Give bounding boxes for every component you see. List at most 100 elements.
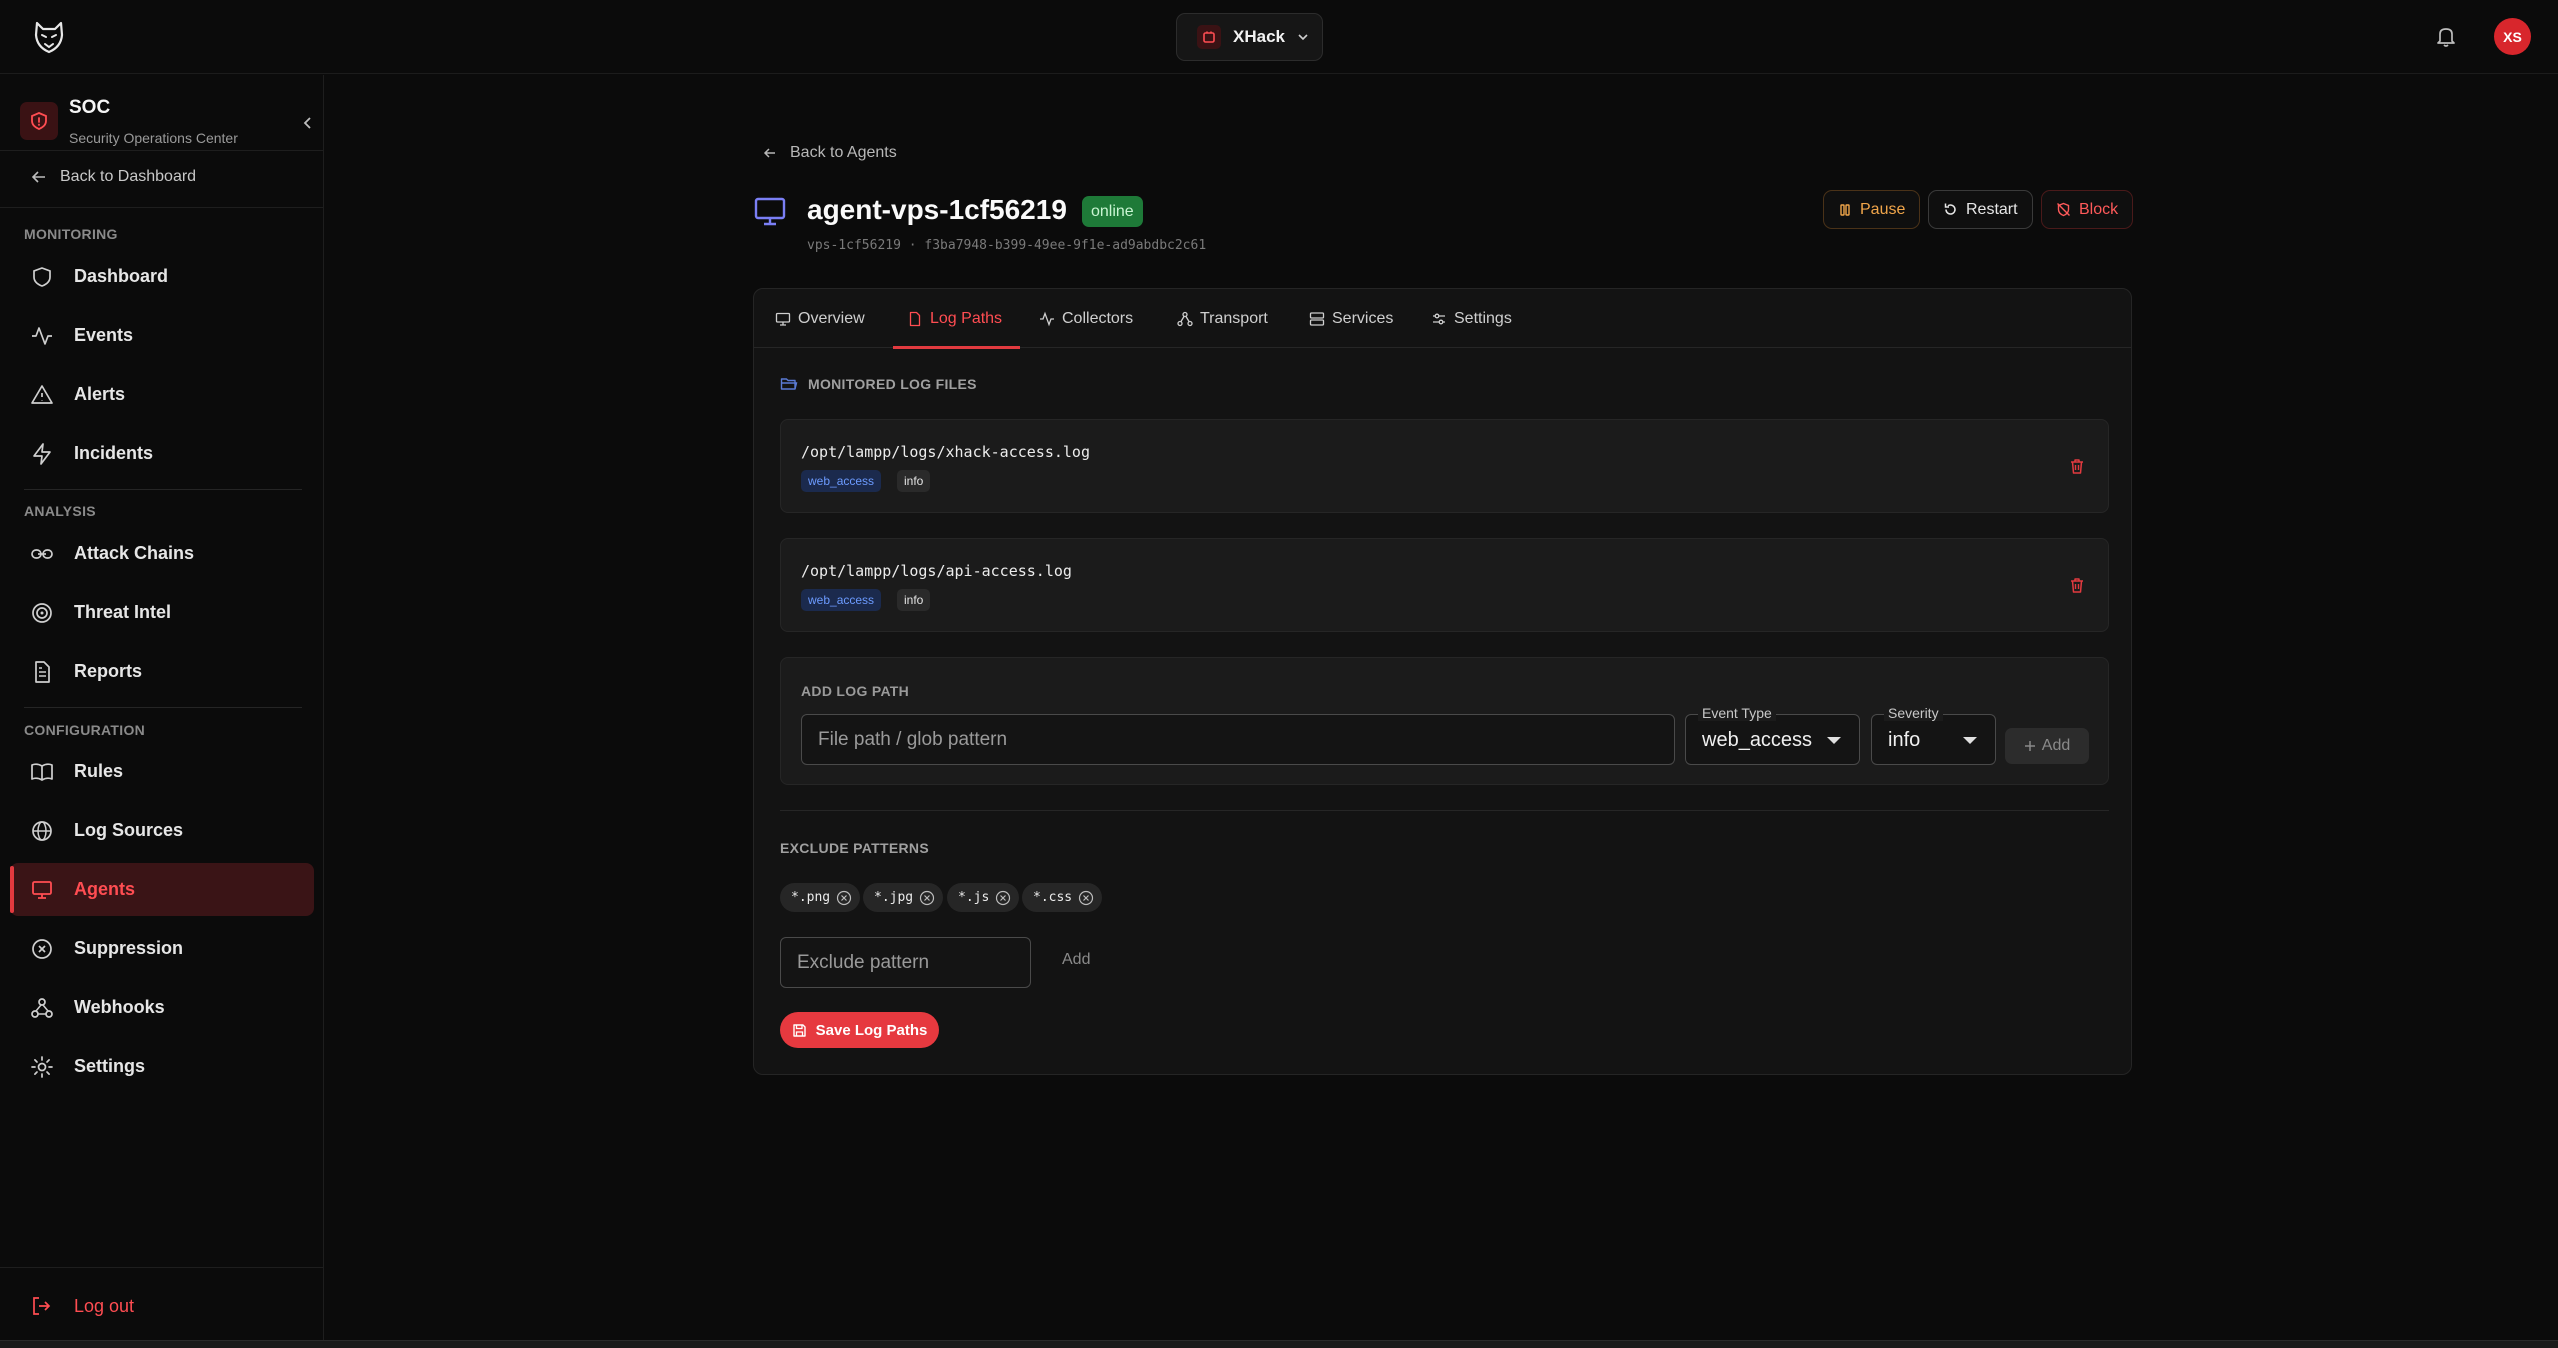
sidebar-item-log-sources[interactable]: Log Sources — [10, 804, 314, 857]
folder-open-icon — [780, 376, 798, 392]
severity-select[interactable]: Severity info — [1871, 705, 1996, 765]
logout-button[interactable]: Log out — [30, 1295, 134, 1317]
org-switcher[interactable]: XHack — [1176, 13, 1323, 61]
tab-services[interactable]: Services — [1309, 289, 1393, 348]
arrow-left-icon — [762, 145, 778, 161]
sidebar-item-events[interactable]: Events — [10, 309, 314, 362]
collapse-sidebar-button[interactable] — [296, 111, 320, 135]
tab-overview[interactable]: Overview — [775, 289, 865, 348]
section-label-monitoring: MONITORING — [24, 226, 118, 242]
tab-label: Overview — [798, 309, 865, 327]
tab-collectors[interactable]: Collectors — [1039, 289, 1133, 348]
soc-subtitle: Security Operations Center — [69, 130, 238, 146]
tab-log-paths[interactable]: Log Paths — [892, 289, 1021, 349]
tab-settings[interactable]: Settings — [1431, 289, 1512, 348]
sidebar-item-settings[interactable]: Settings — [10, 1040, 314, 1093]
user-avatar[interactable]: XS — [2494, 18, 2531, 55]
sidebar-item-label: Threat Intel — [74, 602, 172, 622]
agent-name: agent-vps-1cf56219 — [807, 194, 1067, 225]
arrow-left-icon — [30, 168, 48, 186]
add-log-path-form: ADD LOG PATH Event Type web_access Sever… — [780, 657, 2109, 785]
tab-bar: Overview Log Paths Collectors Transport … — [754, 289, 2131, 349]
target-icon — [30, 601, 54, 625]
sidebar-item-agents[interactable]: Agents — [10, 863, 314, 916]
event-type-chip: web_access — [801, 470, 882, 492]
file-path-input[interactable] — [801, 714, 1675, 765]
log-file-path: /opt/lampp/logs/xhack-access.log — [801, 443, 1090, 461]
sidebar-item-label: Incidents — [74, 443, 154, 463]
add-label: Add — [2041, 737, 2071, 754]
sidebar-item-attack-chains[interactable]: Attack Chains — [10, 527, 314, 580]
globe-icon — [30, 819, 54, 843]
tab-label: Settings — [1454, 309, 1512, 327]
event-type-select[interactable]: Event Type web_access — [1685, 705, 1860, 765]
trash-icon[interactable] — [2067, 575, 2087, 595]
back-to-dashboard-link[interactable]: Back to Dashboard — [30, 168, 196, 186]
server-icon — [1309, 311, 1325, 327]
org-icon — [1197, 25, 1221, 49]
sidebar-item-dashboard[interactable]: Dashboard — [10, 250, 314, 303]
sidebar-item-alerts[interactable]: Alerts — [10, 368, 314, 421]
plus-icon — [2024, 740, 2036, 752]
remove-pattern-icon[interactable] — [1078, 890, 1094, 906]
back-to-dashboard-label: Back to Dashboard — [60, 168, 197, 185]
agent-detail-panel: Overview Log Paths Collectors Transport … — [753, 288, 2132, 1075]
monitored-files-label: MONITORED LOG FILES — [808, 376, 977, 392]
add-exclude-pattern-button[interactable]: Add — [1062, 951, 1090, 969]
network-icon — [1177, 311, 1193, 327]
sidebar-divider — [0, 207, 324, 208]
wolf-logo-icon[interactable] — [31, 19, 67, 55]
sidebar-item-threat-intel[interactable]: Threat Intel — [10, 586, 314, 639]
event-type-chip: web_access — [801, 589, 882, 611]
bell-icon[interactable] — [2433, 23, 2459, 49]
remove-pattern-icon[interactable] — [995, 890, 1011, 906]
restart-label: Restart — [1966, 200, 2018, 218]
pause-button[interactable]: Pause — [1823, 190, 1921, 229]
save-log-paths-button[interactable]: Save Log Paths — [780, 1012, 939, 1048]
back-to-agents-link[interactable]: Back to Agents — [762, 144, 897, 162]
add-log-path-heading: ADD LOG PATH — [801, 683, 910, 699]
monitor-icon — [753, 194, 787, 228]
monitor-icon — [30, 878, 54, 902]
exclude-pattern-chip: *.jpg — [863, 883, 944, 912]
sidebar-item-label: Rules — [74, 761, 124, 781]
pattern-text: *.js — [958, 890, 990, 905]
event-type-label: Event Type — [1698, 705, 1776, 721]
exclude-pattern-input[interactable] — [780, 937, 1031, 988]
severity-label: Severity — [1884, 705, 1943, 721]
sidebar: SOC Security Operations Center Back to D… — [0, 75, 324, 1343]
event-type-value: web_access — [1702, 729, 1813, 751]
status-badge: online — [1082, 196, 1143, 227]
sidebar-divider — [0, 1267, 324, 1268]
trash-icon[interactable] — [2067, 456, 2087, 476]
sidebar-item-reports[interactable]: Reports — [10, 645, 314, 698]
agent-ids: vps-1cf56219 · f3ba7948-b399-49ee-9f1e-a… — [807, 238, 1207, 253]
file-text-icon — [30, 660, 54, 684]
section-label-analysis: ANALYSIS — [24, 503, 96, 519]
sidebar-item-rules[interactable]: Rules — [10, 745, 314, 798]
shield-icon — [30, 265, 54, 289]
pattern-text: *.png — [791, 890, 831, 905]
remove-pattern-icon[interactable] — [836, 890, 852, 906]
add-log-path-button[interactable]: Add — [2005, 728, 2089, 764]
x-circle-icon — [30, 937, 54, 961]
sidebar-item-incidents[interactable]: Incidents — [10, 427, 314, 480]
back-to-agents-label: Back to Agents — [790, 144, 897, 161]
sidebar-item-suppression[interactable]: Suppression — [10, 922, 314, 975]
remove-pattern-icon[interactable] — [919, 890, 935, 906]
nav-separator — [24, 489, 302, 490]
save-icon — [792, 1023, 807, 1038]
activity-icon — [30, 324, 54, 348]
restart-button[interactable]: Restart — [1928, 190, 2033, 229]
block-button[interactable]: Block — [2041, 190, 2134, 229]
sidebar-item-label: Settings — [74, 1056, 146, 1076]
log-file-card: /opt/lampp/logs/xhack-access.log web_acc… — [780, 419, 2109, 513]
tab-transport[interactable]: Transport — [1177, 289, 1268, 348]
sidebar-item-webhooks[interactable]: Webhooks — [10, 981, 314, 1034]
severity-value: info — [1888, 729, 1921, 751]
chevron-down-icon — [1297, 31, 1309, 43]
sidebar-item-label: Webhooks — [74, 997, 165, 1017]
gear-icon — [30, 1055, 54, 1079]
tab-label: Transport — [1200, 309, 1268, 327]
sliders-icon — [1431, 311, 1447, 327]
